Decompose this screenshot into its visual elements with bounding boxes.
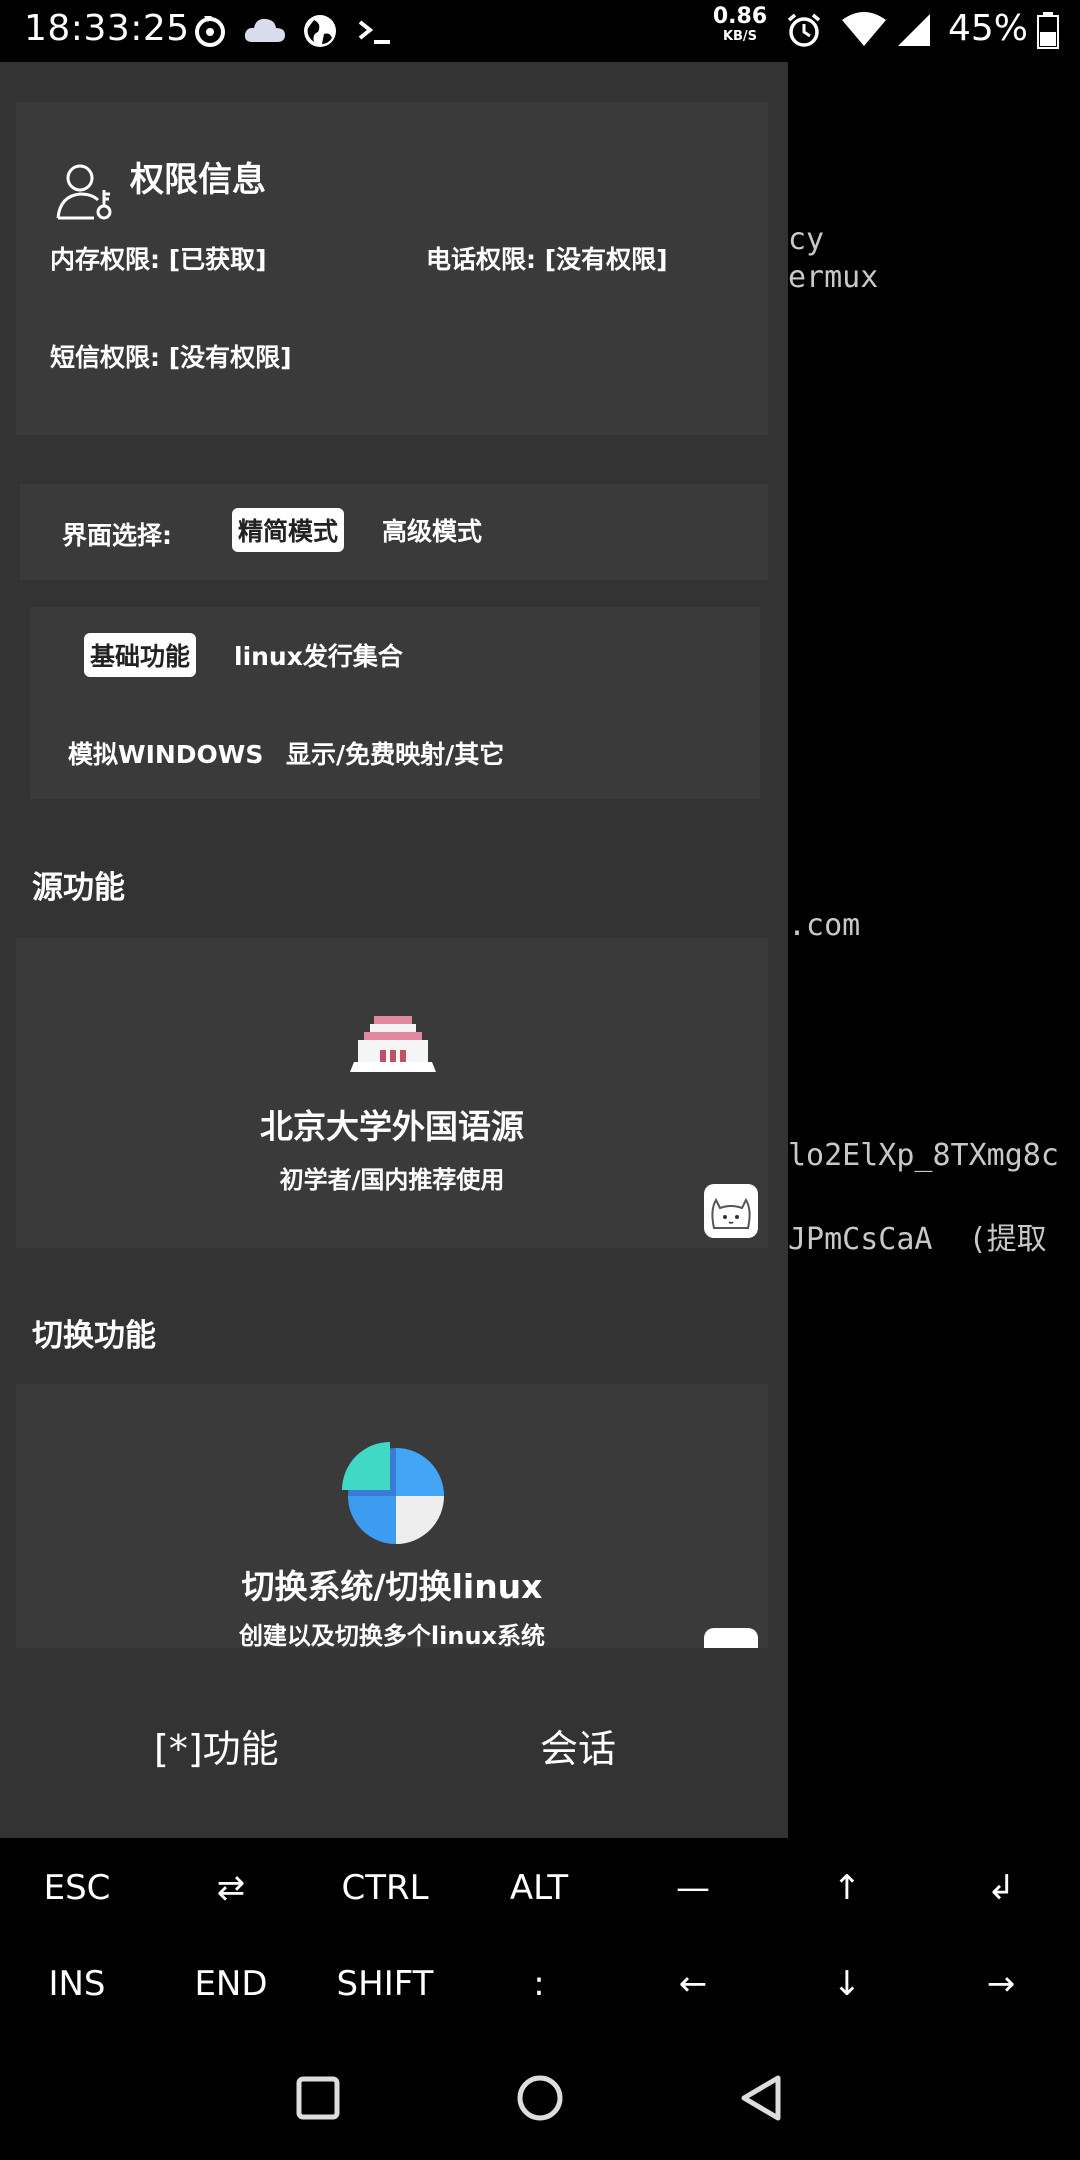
battery-icon (1037, 12, 1059, 49)
battery-level: 45% (948, 8, 1029, 49)
user-key-icon (56, 164, 112, 220)
esc-key[interactable]: ESC (0, 1868, 154, 1908)
colon-key[interactable]: : (462, 1964, 616, 2004)
source-section-title: 源功能 (32, 870, 125, 906)
home-icon[interactable] (516, 2074, 564, 2122)
drawer-bottom-tabs: [*]功能 会话 (0, 1648, 788, 1838)
cat-icon (704, 1628, 758, 1648)
dash-key[interactable]: — (616, 1868, 770, 1908)
tab-emulate-windows[interactable]: 模拟WINDOWS (62, 731, 269, 775)
enter-key[interactable]: ↲ (924, 1868, 1078, 1908)
terminal-line: .com (788, 908, 861, 943)
left-arrow-key[interactable]: ← (616, 1964, 770, 2004)
sms-permission: 短信权限: [没有权限] (50, 343, 292, 372)
right-arrow-key[interactable]: → (924, 1964, 1078, 2004)
switch-system-subtitle: 创建以及切换多个linux系统 (238, 1622, 546, 1648)
advanced-mode-button[interactable]: 高级模式 (376, 508, 488, 552)
gate-building-icon (350, 1016, 436, 1072)
pie-chart-icon (342, 1442, 444, 1544)
terminal-icon (358, 20, 390, 44)
sync-icon (195, 16, 225, 47)
tab-linux-distros[interactable]: linux发行集合 (228, 633, 409, 677)
back-icon[interactable] (738, 2074, 786, 2122)
terminal-line: JPmCsCaA (提取 (788, 1222, 1047, 1257)
alarm-icon (787, 13, 821, 47)
switch-system-title: 切换系统/切换linux (241, 1567, 543, 1606)
terminal-view[interactable]: cy ermux .com lo2ElXp_8TXmg8c JPmCsCaA (… (788, 62, 1080, 1838)
permissions-title: 权限信息 (130, 160, 266, 200)
tab-basic-functions[interactable]: 基础功能 (84, 633, 197, 677)
terminal-line: ermux (788, 260, 879, 295)
shift-key[interactable]: SHIFT (308, 1964, 462, 2004)
status-bar: 18:33:25 0.86 KB/S 45% (0, 0, 1080, 62)
alt-key[interactable]: ALT (462, 1868, 616, 1908)
browser-icon (304, 15, 336, 47)
phone-permission: 电话权限: [没有权限] (426, 245, 668, 274)
mirror-source-card[interactable]: 北京大学外国语源 初学者/国内推荐使用 (16, 938, 768, 1248)
network-speed: 0.86 KB/S (712, 4, 768, 44)
simple-mode-button[interactable]: 精简模式 (232, 508, 345, 552)
ins-key[interactable]: INS (0, 1964, 154, 2004)
cloud-icon (244, 18, 285, 42)
ctrl-key[interactable]: CTRL (308, 1868, 462, 1908)
system-nav-bar (0, 2034, 1080, 2160)
side-drawer: 权限信息 内存权限: [已获取] 电话权限: [没有权限] 短信权限: [没有权… (0, 62, 788, 1838)
storage-permission: 内存权限: [已获取] (50, 245, 267, 274)
mirror-source-title: 北京大学外国语源 (260, 1107, 524, 1146)
tab-functions[interactable]: [*]功能 (154, 1718, 279, 1773)
tab-display-mapping-other[interactable]: 显示/免费映射/其它 (280, 731, 510, 775)
tab-key[interactable]: ⇄ (154, 1868, 308, 1908)
extra-keys-bar: ESC ⇄ CTRL ALT — ↑ ↲ INS END SHIFT : ← ↓… (0, 1838, 1080, 2034)
down-arrow-key[interactable]: ↓ (770, 1964, 924, 2004)
function-category-card: 基础功能 linux发行集合 模拟WINDOWS 显示/免费映射/其它 (30, 607, 760, 799)
recents-icon[interactable] (296, 2076, 340, 2120)
cat-icon (704, 1184, 758, 1238)
up-arrow-key[interactable]: ↑ (770, 1868, 924, 1908)
mirror-source-subtitle: 初学者/国内推荐使用 (279, 1166, 505, 1194)
permissions-card: 权限信息 内存权限: [已获取] 电话权限: [没有权限] 短信权限: [没有权… (16, 102, 768, 435)
terminal-line: lo2ElXp_8TXmg8c (788, 1138, 1059, 1173)
tab-session[interactable]: 会话 (540, 1718, 616, 1773)
switch-section-title: 切换功能 (32, 1318, 156, 1354)
ui-mode-card: 界面选择: 精简模式 高级模式 (20, 484, 768, 580)
clock: 18:33:25 (24, 8, 190, 49)
terminal-line: cy (788, 222, 825, 257)
ui-mode-label: 界面选择: (62, 521, 172, 550)
wifi-icon (842, 12, 886, 46)
signal-icon (898, 14, 930, 46)
switch-system-card[interactable]: 切换系统/切换linux 创建以及切换多个linux系统 (16, 1384, 768, 1648)
end-key[interactable]: END (154, 1964, 308, 2004)
